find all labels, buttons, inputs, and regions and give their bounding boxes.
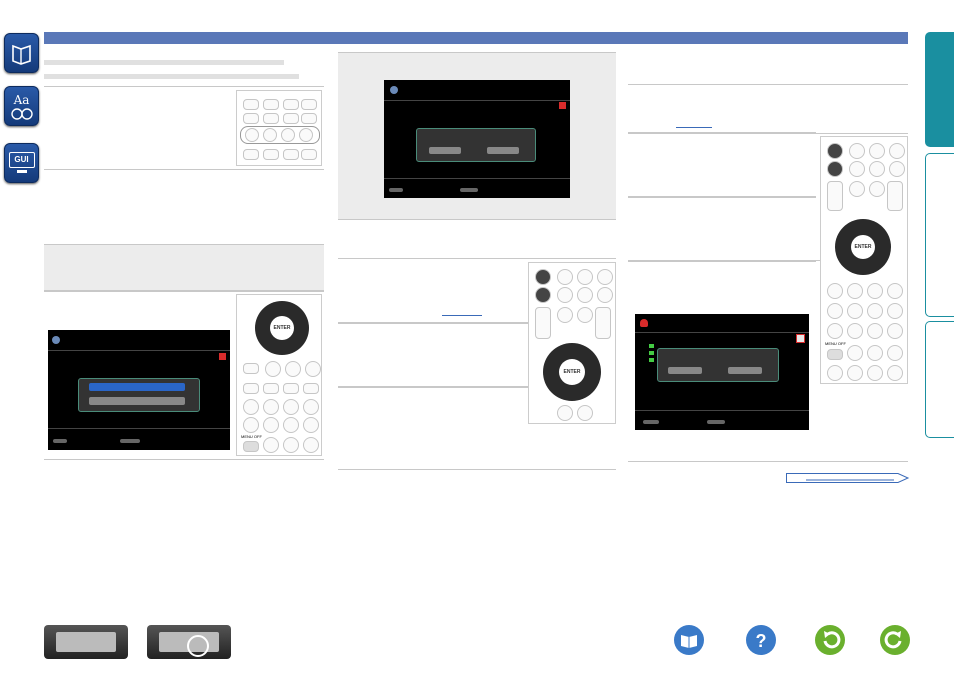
- menu-button[interactable]: [243, 441, 259, 452]
- continue-arrow-link[interactable]: [786, 470, 910, 486]
- step-box: [44, 244, 324, 292]
- preset-dialog: [657, 348, 779, 382]
- network-icon: [390, 86, 398, 94]
- menu-option-selected[interactable]: [89, 383, 185, 391]
- cursor-dial[interactable]: ENTER: [835, 219, 891, 275]
- page-link[interactable]: [442, 315, 482, 316]
- favorite-icon: [640, 319, 648, 327]
- menu-dialog: [78, 378, 200, 412]
- help-icon[interactable]: ?: [746, 625, 776, 655]
- preset-field[interactable]: [487, 147, 519, 154]
- remote-control-image: [236, 90, 322, 166]
- remote-control-image: ENTER: [528, 262, 616, 424]
- book-icon[interactable]: [4, 33, 39, 73]
- page-indicator-icon: [796, 334, 805, 343]
- tab-advanced[interactable]: [925, 153, 954, 317]
- page-indicator-icon: [219, 353, 226, 360]
- menu-option[interactable]: [89, 397, 185, 405]
- menu-label: MENU OFF: [825, 341, 846, 346]
- tab-basic[interactable]: [925, 32, 954, 147]
- net-button[interactable]: [535, 269, 551, 285]
- forward-icon[interactable]: [880, 625, 910, 655]
- dictionary-icon[interactable]: Aa: [4, 86, 39, 126]
- preset-field[interactable]: [728, 367, 762, 374]
- rear-panel-button[interactable]: [147, 625, 231, 659]
- back-icon[interactable]: [815, 625, 845, 655]
- preset-field[interactable]: [668, 367, 702, 374]
- gui-screen: [384, 80, 570, 198]
- gui-screen: [635, 314, 809, 430]
- remote-control-image: ENTER MENU OFF: [820, 136, 908, 384]
- gui-icon[interactable]: GUI: [4, 143, 39, 183]
- usb-button[interactable]: [827, 161, 843, 177]
- manual-icon[interactable]: [674, 625, 704, 655]
- step-box: [628, 196, 816, 262]
- subtitle-line: [44, 74, 299, 79]
- preset-field[interactable]: [429, 147, 461, 154]
- page-indicator-icon: [559, 102, 566, 109]
- preset-dialog: [416, 128, 536, 162]
- front-panel-button[interactable]: [44, 625, 128, 659]
- cursor-dial[interactable]: ENTER: [543, 343, 601, 401]
- menu-button[interactable]: [827, 349, 843, 360]
- network-icon: [52, 336, 60, 344]
- step-box: [628, 132, 816, 198]
- page-link[interactable]: [676, 127, 712, 128]
- menu-label: MENU OFF: [241, 434, 262, 439]
- gui-screen: [48, 330, 230, 450]
- tab-information[interactable]: [925, 321, 954, 438]
- subtitle-line: [44, 60, 284, 65]
- net-button[interactable]: [827, 143, 843, 159]
- step-box: [628, 84, 908, 134]
- svg-text:?: ?: [756, 631, 767, 651]
- gui-label: GUI: [8, 152, 35, 168]
- header-bar: [44, 32, 908, 44]
- dictionary-label: Aa: [13, 93, 30, 107]
- usb-button[interactable]: [535, 287, 551, 303]
- remote-control-image: ENTER MENU OFF: [236, 294, 322, 456]
- cursor-dial[interactable]: ENTER: [255, 301, 309, 355]
